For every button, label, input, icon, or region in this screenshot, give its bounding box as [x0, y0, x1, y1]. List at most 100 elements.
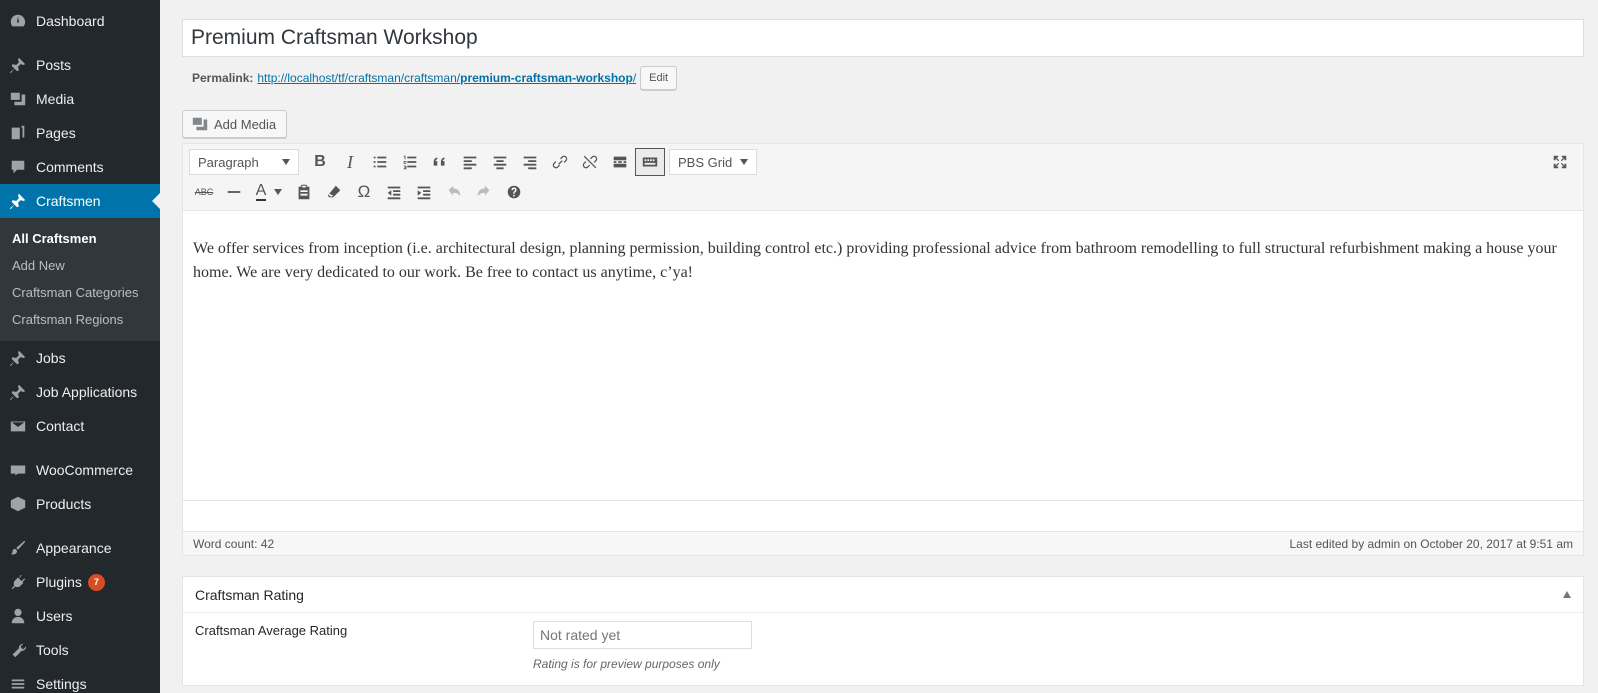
rating-field-label: Craftsman Average Rating — [195, 623, 348, 638]
menu-contact[interactable]: Contact — [0, 409, 160, 443]
outdent-button[interactable] — [379, 178, 409, 206]
link-icon — [552, 155, 568, 169]
permalink-edit-button[interactable]: Edit — [640, 66, 678, 90]
menu-plugins-label: Plugins — [36, 574, 82, 590]
eraser-icon — [327, 185, 341, 198]
horizontal-line-icon — [227, 191, 241, 193]
metabox-header[interactable]: Craftsman Rating — [183, 577, 1583, 613]
menu-comments[interactable]: Comments — [0, 150, 160, 184]
insert-link-button[interactable] — [545, 148, 575, 176]
horizontal-line-button[interactable] — [219, 178, 249, 206]
menu-users-label: Users — [36, 608, 73, 624]
bullet-list-button[interactable] — [365, 148, 395, 176]
undo-icon — [448, 185, 461, 197]
menu-dashboard[interactable]: Dashboard — [0, 4, 160, 38]
align-center-button[interactable] — [485, 148, 515, 176]
clear-formatting-button[interactable] — [319, 178, 349, 206]
submenu-add-new[interactable]: Add New — [0, 252, 160, 279]
menu-products[interactable]: Products — [0, 487, 160, 521]
bullet-list-icon — [373, 156, 387, 168]
keyboard-icon — [642, 157, 658, 167]
read-more-button[interactable] — [605, 148, 635, 176]
menu-craftsmen[interactable]: Craftsmen — [0, 184, 160, 218]
collapse-toggle-icon[interactable] — [1563, 591, 1571, 598]
fullscreen-button[interactable] — [1545, 148, 1575, 176]
numbered-list-icon — [403, 155, 417, 170]
bold-button[interactable]: B — [305, 148, 335, 176]
redo-button[interactable] — [469, 178, 499, 206]
menu-users[interactable]: Users — [0, 599, 160, 633]
menu-contact-label: Contact — [36, 418, 85, 434]
pin-icon — [0, 349, 36, 367]
menu-woocommerce[interactable]: WooCommerce — [0, 453, 160, 487]
menu-settings-label: Settings — [36, 676, 87, 692]
editor-status-bar: Word count: 42 Last edited by admin on O… — [183, 531, 1583, 555]
menu-products-label: Products — [36, 496, 92, 512]
bold-icon: B — [314, 153, 326, 170]
format-select[interactable]: Paragraph — [189, 149, 299, 175]
undo-button[interactable] — [439, 178, 469, 206]
align-center-icon — [493, 156, 507, 170]
chevron-down-icon — [274, 189, 283, 195]
menu-media[interactable]: Media — [0, 82, 160, 116]
menu-tools-label: Tools — [36, 642, 69, 658]
toolbar-toggle-button[interactable] — [635, 148, 665, 176]
menu-comments-label: Comments — [36, 159, 104, 175]
strikethrough-button[interactable]: ABC — [189, 178, 219, 206]
indent-button[interactable] — [409, 178, 439, 206]
menu-plugins[interactable]: Plugins 7 — [0, 565, 160, 599]
plugins-update-badge: 7 — [87, 573, 105, 591]
submenu-all-craftsmen[interactable]: All Craftsmen — [0, 225, 160, 252]
submenu-craftsman-regions[interactable]: Craftsman Regions — [0, 306, 160, 333]
numbered-list-button[interactable] — [395, 148, 425, 176]
pin-icon — [0, 56, 36, 74]
help-icon — [507, 185, 521, 199]
admin-sidebar: Dashboard Posts Media Pages Comments Cra… — [0, 0, 160, 693]
settings-icon — [0, 675, 36, 693]
remove-link-button[interactable] — [575, 148, 605, 176]
post-title-input[interactable] — [182, 19, 1584, 57]
text-color-button[interactable]: A — [249, 178, 289, 206]
last-edited: Last edited by admin on October 20, 2017… — [1289, 536, 1573, 551]
editor-toolbar: Paragraph B I PBS Grid ABC A Ω — [183, 144, 1583, 211]
add-media-label: Add Media — [214, 116, 277, 132]
blockquote-button[interactable] — [425, 148, 455, 176]
pin-icon — [0, 383, 36, 401]
mail-icon — [0, 417, 36, 435]
rating-note: Rating is for preview purposes only — [533, 657, 720, 671]
menu-appearance[interactable]: Appearance — [0, 531, 160, 565]
permalink-link[interactable]: http://localhost/tf/craftsman/craftsman/… — [257, 71, 636, 85]
brush-icon — [0, 539, 36, 557]
menu-settings[interactable]: Settings — [0, 667, 160, 693]
fullscreen-icon — [1553, 155, 1567, 169]
pbs-grid-value: PBS Grid — [678, 154, 733, 170]
read-more-icon — [613, 156, 627, 168]
editor-content[interactable]: We offer services from inception (i.e. a… — [183, 211, 1583, 507]
rating-input[interactable] — [533, 621, 752, 649]
redo-icon — [477, 185, 490, 197]
align-left-button[interactable] — [455, 148, 485, 176]
submenu-craftsman-categories[interactable]: Craftsman Categories — [0, 279, 160, 306]
dashboard-icon — [0, 12, 36, 30]
pbs-grid-select[interactable]: PBS Grid — [669, 149, 758, 175]
italic-button[interactable]: I — [335, 148, 365, 176]
menu-job-applications[interactable]: Job Applications — [0, 375, 160, 409]
menu-posts[interactable]: Posts — [0, 48, 160, 82]
outdent-icon — [387, 186, 401, 200]
menu-jobs[interactable]: Jobs — [0, 341, 160, 375]
chevron-down-icon — [740, 159, 749, 165]
menu-appearance-label: Appearance — [36, 540, 112, 556]
pin-icon — [0, 192, 36, 210]
user-icon — [0, 607, 36, 625]
keyboard-shortcuts-button[interactable] — [499, 178, 529, 206]
align-right-button[interactable] — [515, 148, 545, 176]
menu-pages[interactable]: Pages — [0, 116, 160, 150]
menu-posts-label: Posts — [36, 57, 72, 73]
omega-icon: Ω — [357, 182, 371, 201]
paste-text-button[interactable] — [289, 178, 319, 206]
word-count: Word count: 42 — [193, 536, 275, 551]
special-character-button[interactable]: Ω — [349, 178, 379, 206]
add-media-button[interactable]: Add Media — [182, 110, 288, 138]
menu-tools[interactable]: Tools — [0, 633, 160, 667]
menu-jobs-label: Jobs — [36, 350, 66, 366]
